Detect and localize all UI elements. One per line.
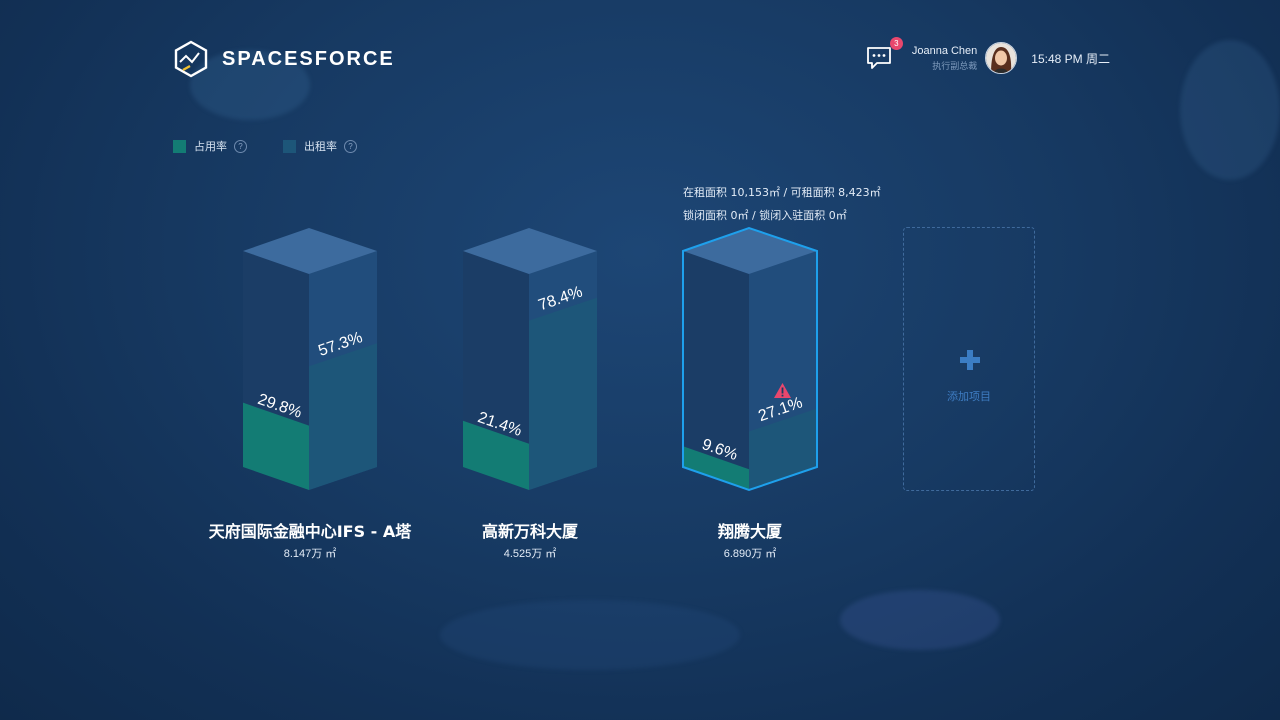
legend-swatch-rental (283, 139, 296, 153)
legend-swatch-occupancy (173, 139, 186, 153)
message-button[interactable]: 3 (866, 37, 903, 71)
legend-occupancy: 占用率 ? (173, 138, 247, 154)
header-user-area: 3 Joanna Chen 执行副总裁 15:48 PM 周二 (866, 37, 1110, 74)
rented-area-info: 在租面积 10,153㎡ / 可租面积 8,423㎡ (683, 186, 881, 199)
locked-area-info: 锁闭面积 0㎡ / 锁闭入驻面积 0㎡ (683, 209, 847, 222)
background-decoration (840, 590, 1000, 650)
message-count-badge: 3 (889, 37, 903, 50)
building-tower-ifs[interactable]: 29.8% 57.3% (242, 228, 378, 492)
clock: 15:48 PM 周二 (1031, 51, 1110, 66)
brand[interactable]: SPACESFORCE (172, 40, 395, 78)
building-tower-vanke[interactable]: 21.4% 78.4% (462, 228, 598, 492)
legend-label-rental: 出租率 (304, 140, 337, 153)
help-icon[interactable]: ? (344, 139, 357, 153)
avatar[interactable] (985, 42, 1018, 74)
legend: 占用率 ? 出租率 ? (173, 138, 393, 154)
plus-icon (960, 350, 980, 370)
selected-building-info: 在租面积 10,153㎡ / 可租面积 8,423㎡ 锁闭面积 0㎡ / 锁闭入… (683, 181, 881, 227)
tower-svg: 29.8%57.3% (243, 228, 377, 490)
building-name[interactable]: 翔腾大厦 (600, 518, 900, 542)
background-decoration (1180, 40, 1280, 180)
help-icon[interactable]: ? (234, 139, 247, 153)
avatar-image (986, 43, 1017, 73)
rental-fill (529, 297, 597, 490)
warning-triangle-icon[interactable] (773, 382, 792, 399)
legend-rental: 出租率 ? (283, 138, 357, 154)
tower-svg: 9.6%27.1% (682, 226, 818, 492)
building-area: 6.890万 ㎡ (723, 548, 777, 560)
brand-name: SPACESFORCE (222, 47, 395, 70)
add-project-label: 添加项目 (947, 390, 991, 403)
background-decoration (440, 600, 740, 670)
user-info: Joanna Chen 执行副总裁 (912, 45, 977, 72)
legend-label-occupancy: 占用率 (194, 140, 227, 153)
user-name: Joanna Chen (911, 44, 978, 57)
chat-bubble-icon (866, 47, 891, 69)
tower-svg: 21.4%78.4% (463, 228, 597, 490)
hexagon-chart-logo-icon (174, 40, 208, 78)
user-title: 执行副总裁 (932, 61, 978, 72)
add-project-button[interactable]: 添加项目 (903, 227, 1035, 491)
building-tower-xiangteng[interactable]: 9.6% 27.1% (682, 226, 818, 492)
rental-fill (309, 343, 377, 490)
